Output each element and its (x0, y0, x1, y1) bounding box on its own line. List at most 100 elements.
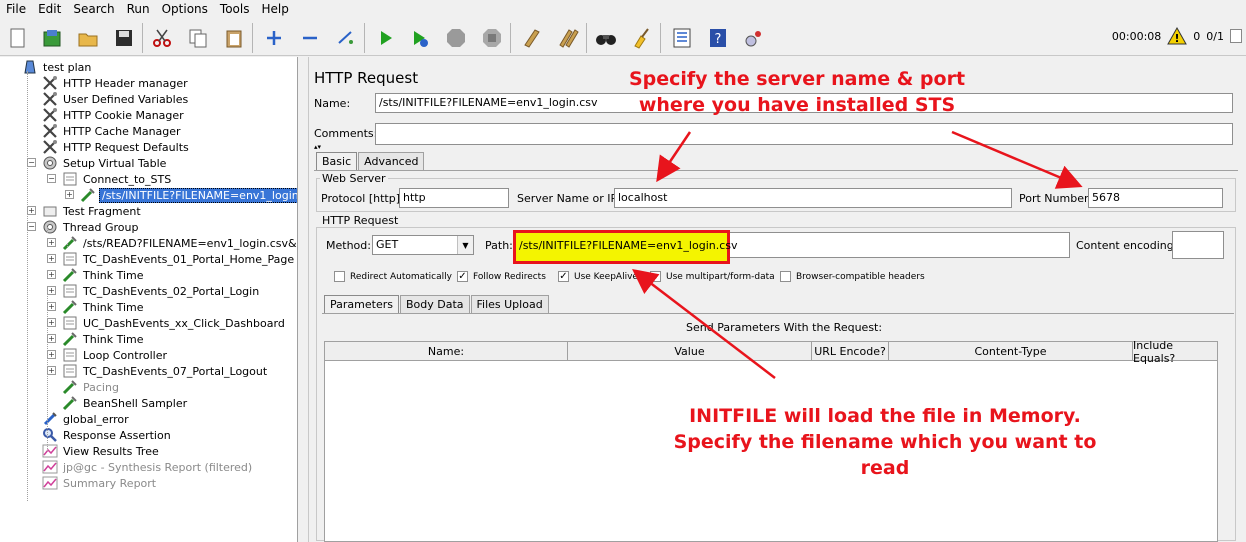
path-highlight[interactable]: /sts/INITFILE?FILENAME=env1_login.csv (513, 230, 738, 264)
menu-run[interactable]: Run (127, 2, 150, 16)
start-icon[interactable] (372, 24, 400, 52)
expand-toggle-icon[interactable]: + (47, 366, 56, 375)
tab-basic[interactable]: Basic (316, 152, 358, 170)
tree-item[interactable]: User Defined Variables (42, 91, 190, 107)
tree-item[interactable]: /sts/INITFILE?FILENAME=env1_login.csv (80, 187, 297, 203)
follow-redirects-checkbox[interactable]: ✓ Follow Redirects (457, 271, 546, 282)
menu-tools[interactable]: Tools (220, 2, 250, 16)
expand-toggle-icon[interactable]: + (47, 334, 56, 343)
content-encoding-field[interactable] (1172, 231, 1224, 259)
expand-toggle-icon[interactable]: + (47, 254, 56, 263)
tree-item[interactable]: BeanShell Sampler (62, 395, 189, 411)
tree-item[interactable]: Think Time (62, 331, 146, 347)
tree-item[interactable]: Pacing (62, 379, 121, 395)
redirect-automatically-checkbox[interactable]: Redirect Automatically (334, 271, 452, 282)
tree-item[interactable]: Connect_to_STS (62, 171, 173, 187)
expand-toggle-icon[interactable]: + (47, 318, 56, 327)
expand-toggle-icon[interactable]: + (47, 270, 56, 279)
protocol-field[interactable]: http (399, 188, 509, 208)
paste-icon[interactable] (220, 24, 248, 52)
tree-item[interactable]: View Results Tree (42, 443, 161, 459)
menu-search[interactable]: Search (73, 2, 114, 16)
expand-toggle-icon[interactable]: − (27, 158, 36, 167)
use-keepalive-checkbox[interactable]: ✓ Use KeepAlive (558, 271, 638, 282)
multipart-checkbox[interactable]: Use multipart/form-data (650, 271, 775, 282)
save-icon[interactable] (110, 24, 138, 52)
templates-icon[interactable] (38, 24, 66, 52)
tree-item[interactable]: TC_DashEvents_07_Portal_Logout (62, 363, 269, 379)
expand-toggle-icon[interactable]: + (47, 238, 56, 247)
start-no-pause-icon[interactable] (406, 24, 434, 52)
checkmark-icon[interactable]: ✓ (457, 271, 468, 282)
expand-icon[interactable] (260, 24, 288, 52)
tab-files-upload[interactable]: Files Upload (470, 295, 549, 313)
checkbox-box[interactable] (334, 271, 345, 282)
menu-file[interactable]: File (6, 2, 26, 16)
tree-item[interactable]: /sts/READ?FILENAME=env1_login.csv&READ_M… (62, 235, 297, 251)
open-icon[interactable] (74, 24, 102, 52)
panel-splitter[interactable] (299, 57, 309, 542)
tab-parameters[interactable]: Parameters (324, 295, 399, 313)
tab-body-data[interactable]: Body Data (399, 295, 470, 313)
checkmark-icon[interactable]: ✓ (558, 271, 569, 282)
help-icon[interactable]: ? (704, 24, 732, 52)
column-header-value[interactable]: Value (568, 342, 812, 361)
drag-handle-icon[interactable]: ▴▾ (314, 143, 321, 151)
method-select[interactable]: GET ▼ (372, 235, 474, 255)
chevron-down-icon[interactable]: ▼ (457, 236, 473, 254)
server-field[interactable]: localhost (614, 188, 1012, 208)
menu-edit[interactable]: Edit (38, 2, 61, 16)
tree-item[interactable]: Loop Controller (62, 347, 169, 363)
tree-item[interactable]: HTTP Cache Manager (42, 123, 183, 139)
tree-item[interactable]: Think Time (62, 267, 146, 283)
browser-compatible-checkbox[interactable]: Browser-compatible headers (780, 271, 925, 282)
tab-advanced[interactable]: Advanced (358, 152, 425, 170)
tree-item[interactable]: Thread Group (42, 219, 140, 235)
tree-item[interactable]: HTTP Request Defaults (42, 139, 191, 155)
expand-toggle-icon[interactable]: + (65, 190, 74, 199)
tree-item[interactable]: Response Assertion (42, 427, 173, 443)
tree-item[interactable]: jp@gc - Synthesis Report (filtered) (42, 459, 254, 475)
tree-item[interactable]: TC_DashEvents_02_Portal_Login (62, 283, 261, 299)
warning-icon[interactable]: ! (1167, 27, 1188, 45)
toggle-icon[interactable] (332, 24, 360, 52)
port-field[interactable]: 5678 (1088, 188, 1223, 208)
tree-item[interactable]: Think Time (62, 299, 146, 315)
tree-item[interactable]: global_error (42, 411, 131, 427)
comments-field[interactable] (375, 123, 1233, 145)
tree-item[interactable]: UC_DashEvents_xx_Click_Dashboard (62, 315, 287, 331)
clear-icon[interactable] (518, 24, 546, 52)
cut-icon[interactable] (148, 24, 176, 52)
menu-options[interactable]: Options (162, 2, 208, 16)
expand-toggle-icon[interactable]: + (27, 206, 36, 215)
stop-icon[interactable] (442, 24, 470, 52)
column-header-content-type[interactable]: Content-Type (889, 342, 1133, 361)
tree-item[interactable]: test plan (22, 59, 93, 75)
tree-item[interactable]: TC_DashEvents_01_Portal_Home_Page (62, 251, 296, 267)
search-icon[interactable] (592, 24, 620, 52)
clear-all-icon[interactable] (554, 24, 582, 52)
function-helper-icon[interactable] (668, 24, 696, 52)
new-icon[interactable] (4, 24, 32, 52)
column-header-include-equals[interactable]: Include Equals? (1133, 339, 1217, 365)
reset-search-icon[interactable] (628, 24, 656, 52)
tree-item[interactable]: Setup Virtual Table (42, 155, 168, 171)
tree-item[interactable]: Summary Report (42, 475, 158, 491)
checkbox-box[interactable] (650, 271, 661, 282)
expand-toggle-icon[interactable]: − (47, 174, 56, 183)
remote-icon[interactable] (740, 24, 768, 52)
tree-item[interactable]: HTTP Header manager (42, 75, 190, 91)
collapse-icon[interactable] (296, 24, 324, 52)
shutdown-icon[interactable] (478, 24, 506, 52)
copy-icon[interactable] (184, 24, 212, 52)
expand-toggle-icon[interactable]: + (47, 350, 56, 359)
tree-item[interactable]: HTTP Cookie Manager (42, 107, 186, 123)
expand-toggle-icon[interactable]: + (47, 302, 56, 311)
expand-toggle-icon[interactable]: + (47, 286, 56, 295)
checkbox-box[interactable] (780, 271, 791, 282)
menu-help[interactable]: Help (261, 2, 288, 16)
column-header-url-encode[interactable]: URL Encode? (812, 342, 889, 361)
tree-item[interactable]: Test Fragment (42, 203, 143, 219)
expand-toggle-icon[interactable]: − (27, 222, 36, 231)
column-header-name[interactable]: Name: (325, 342, 568, 361)
